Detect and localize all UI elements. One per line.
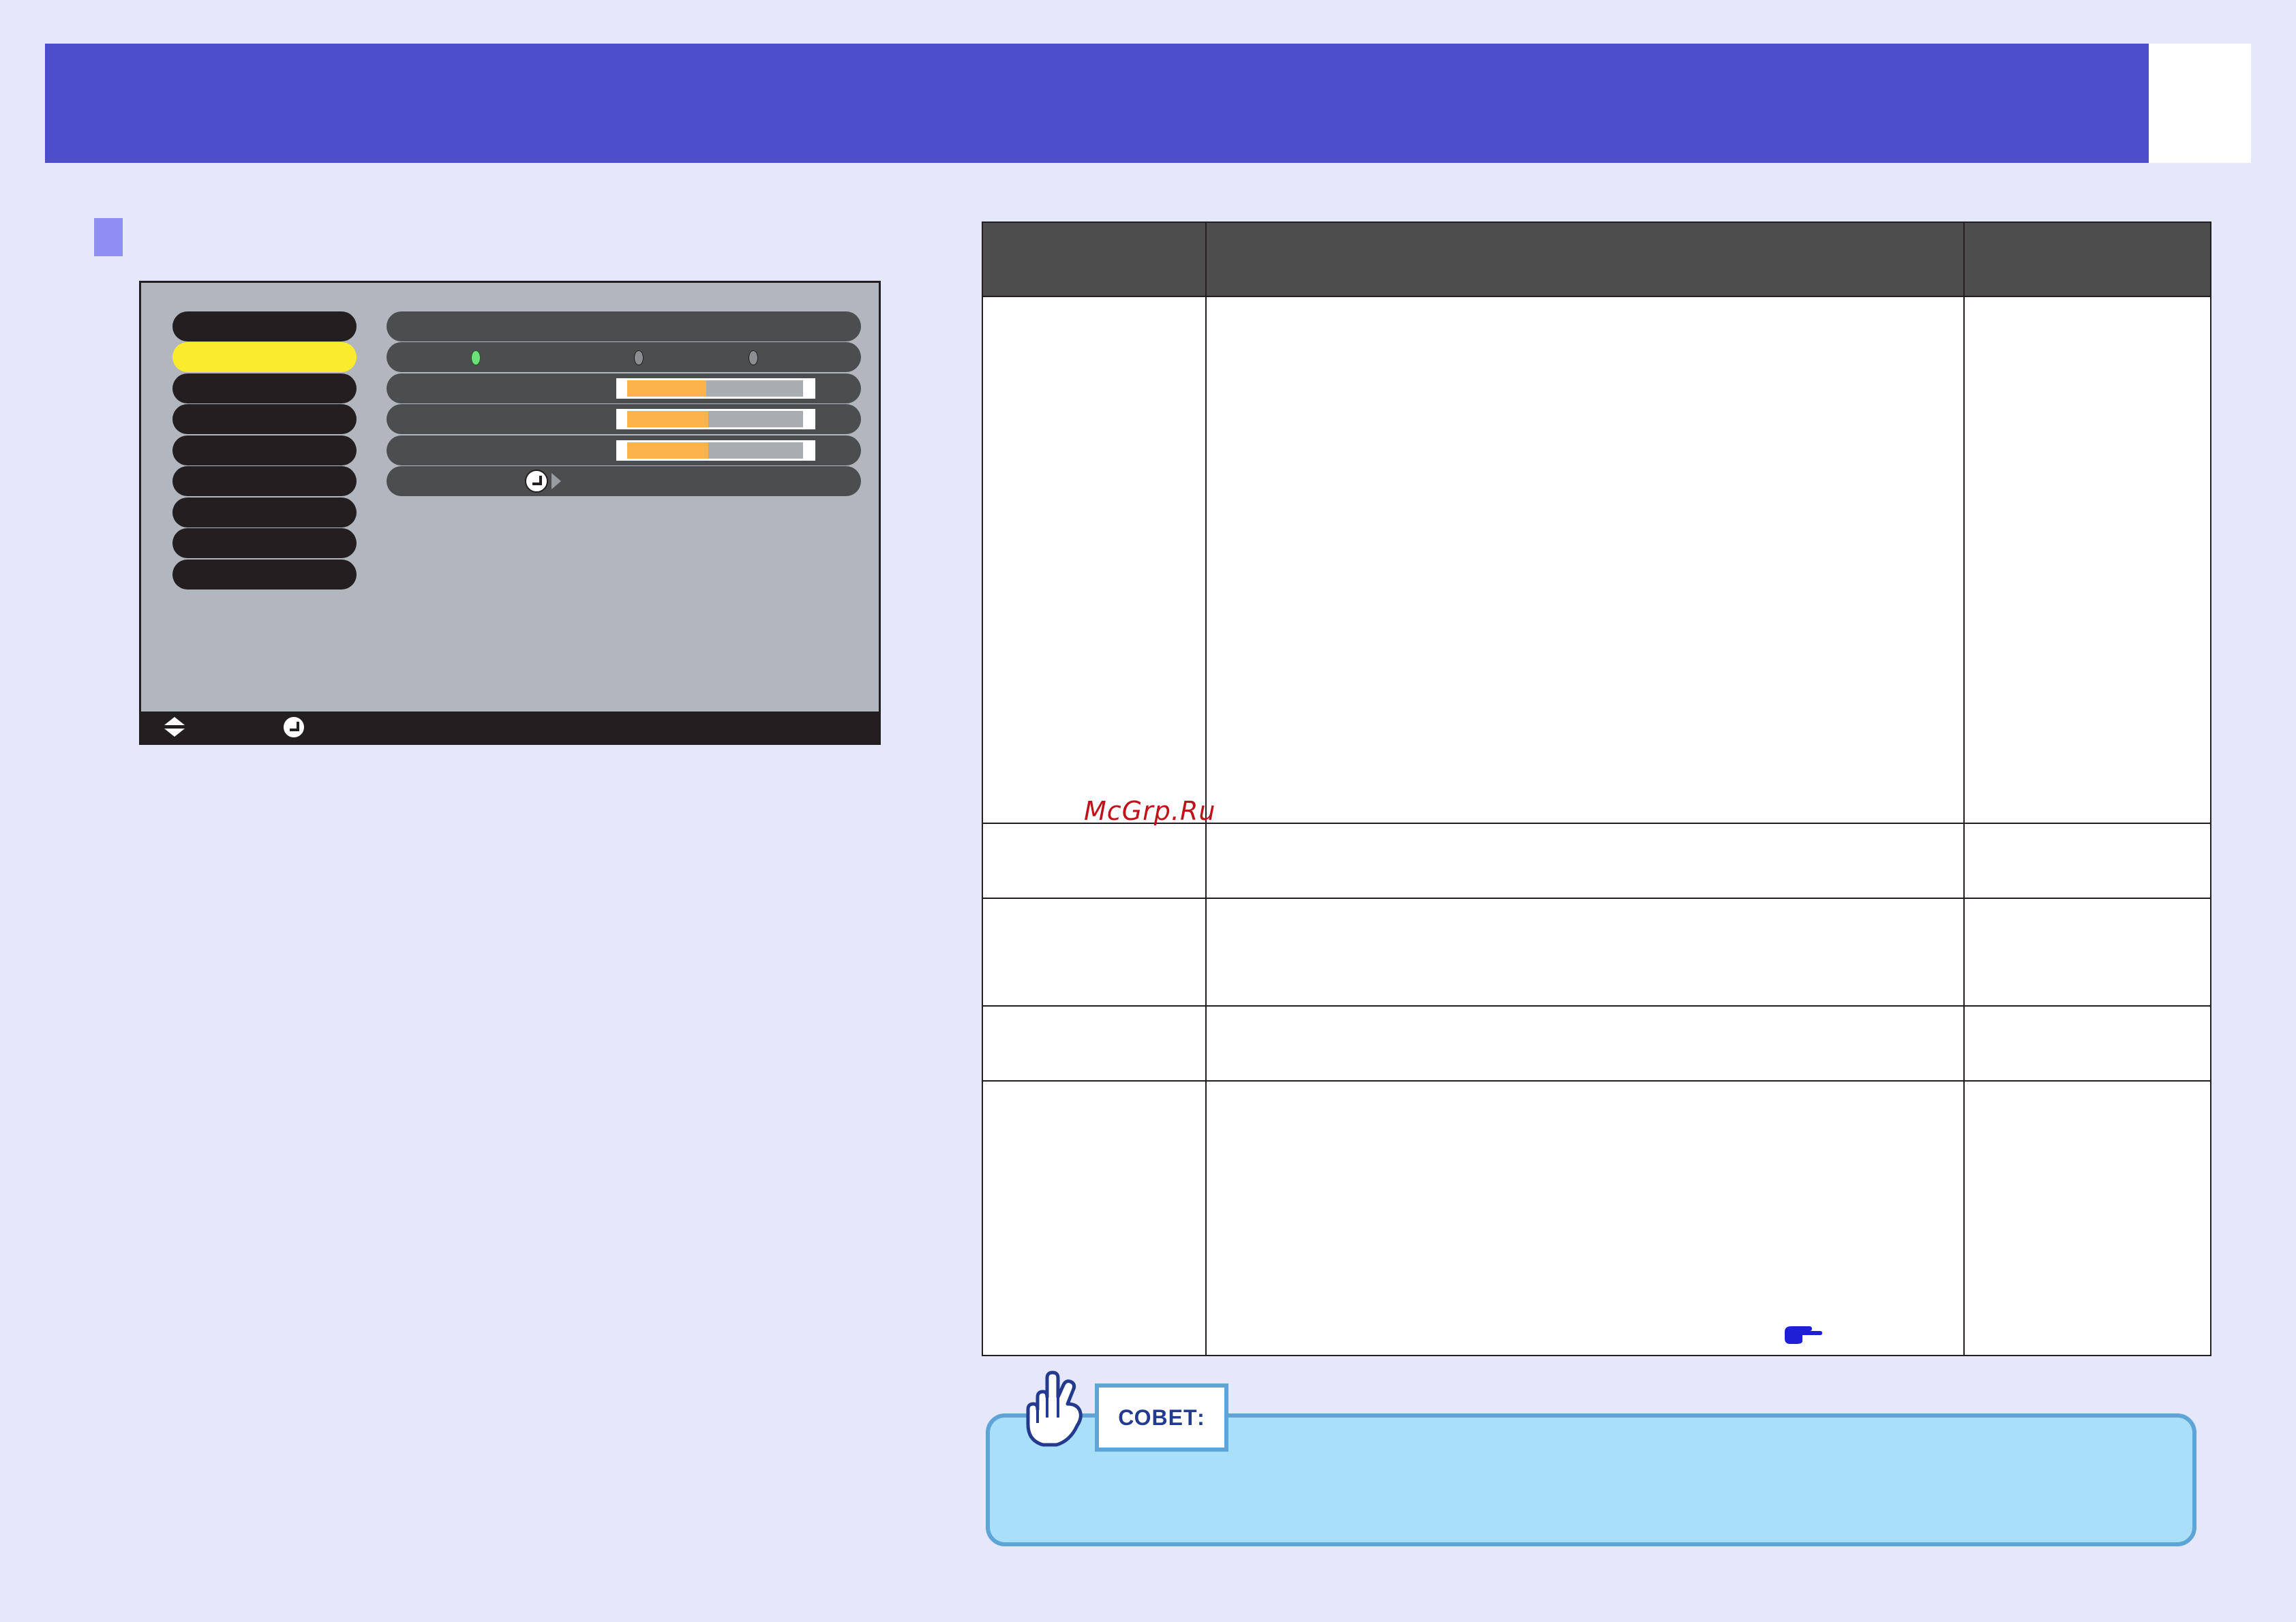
tip-label-box: СОВЕТ: [1095,1383,1228,1452]
menu-item-1[interactable] [172,311,357,341]
submenu-row-slider-3[interactable] [387,435,861,465]
row-divider-4 [983,1080,2210,1082]
submenu-row-enter[interactable] [387,466,861,496]
menu-item-2-selected[interactable] [172,342,357,372]
osd-footer-bar [141,711,879,743]
arrow-right-icon [552,473,561,489]
hand-tip-icon [1026,1371,1083,1447]
menu-item-6[interactable] [172,466,357,496]
column-divider-2 [1963,223,1965,1355]
submenu-row-header [387,311,861,341]
slider-3[interactable] [616,440,815,461]
submenu-row-slider-1[interactable] [387,373,861,403]
watermark: McGrp.Ru [1084,796,1216,826]
section-marker [94,218,123,256]
radio-option-2[interactable] [634,350,644,365]
page-number-box [2149,44,2251,163]
slider-1-fill [627,380,707,397]
tip-label: СОВЕТ: [1118,1405,1205,1430]
menu-item-7[interactable] [172,498,357,527]
pointing-hand-icon[interactable] [1782,1322,1823,1347]
slider-1[interactable] [616,378,815,399]
submenu-row-slider-2[interactable] [387,404,861,434]
radio-option-3[interactable] [749,350,758,365]
osd-menu-screen [139,281,881,745]
up-down-icon [164,717,185,737]
radio-option-1[interactable] [471,350,481,365]
enter-icon [525,470,548,493]
header-bar [45,44,2149,163]
slider-2[interactable] [616,409,815,429]
slider-3-fill [627,442,708,459]
column-divider-1 [1205,223,1207,1355]
row-divider-0 [983,296,2210,297]
slider-2-fill [627,411,708,427]
submenu-row-radio[interactable] [387,342,861,372]
menu-item-4[interactable] [172,404,357,434]
menu-item-3[interactable] [172,373,357,403]
menu-item-5[interactable] [172,435,357,465]
menu-item-9[interactable] [172,560,357,590]
table-header-row [983,223,2210,296]
spec-table [982,221,2211,1356]
enter-icon [282,716,305,739]
menu-item-8[interactable] [172,528,357,558]
row-divider-2 [983,898,2210,899]
row-divider-3 [983,1005,2210,1007]
